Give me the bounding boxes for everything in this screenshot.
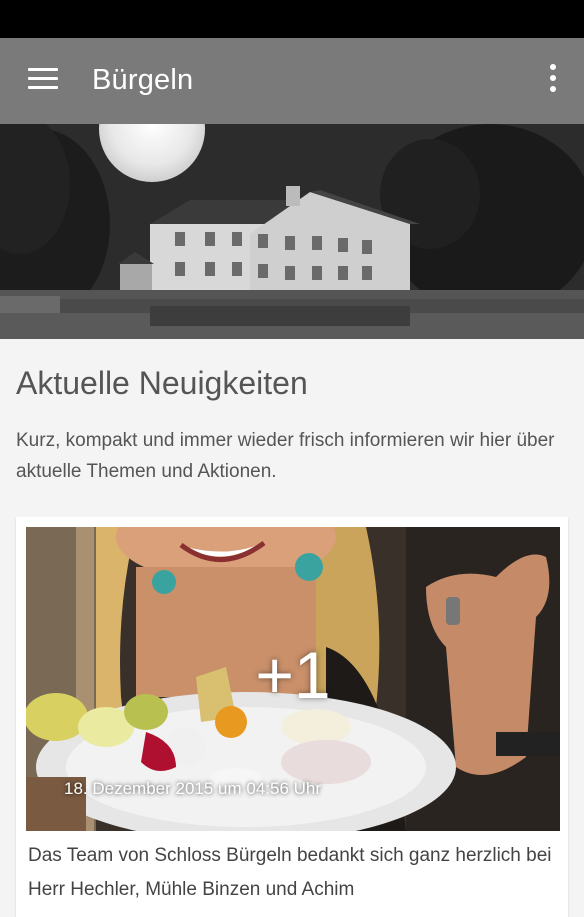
news-card-photo[interactable]: +1 18. Dezember 2015 um 04:56 Uhr [26, 527, 560, 831]
app-bar: Bürgeln [0, 38, 584, 124]
section-title: Aktuelle Neuigkeiten [16, 365, 308, 401]
hamburger-menu-icon[interactable] [28, 68, 58, 92]
more-vert-icon[interactable] [548, 64, 558, 98]
app-title: Bürgeln [92, 64, 194, 96]
section-description: Kurz, kompakt und immer wieder frisch in… [16, 430, 555, 482]
news-section: Aktuelle Neuigkeiten Kurz, kompakt und i… [0, 339, 584, 917]
hero-image-castle [0, 124, 584, 339]
plus-one-count: +1 [255, 638, 331, 712]
status-bar [0, 0, 584, 38]
news-text: Das Team von Schloss Bürgeln bedankt sic… [28, 845, 552, 900]
news-date: 18. Dezember 2015 um 04:56 Uhr [64, 779, 322, 798]
news-card[interactable]: +1 18. Dezember 2015 um 04:56 Uhr Das Te… [16, 517, 568, 917]
